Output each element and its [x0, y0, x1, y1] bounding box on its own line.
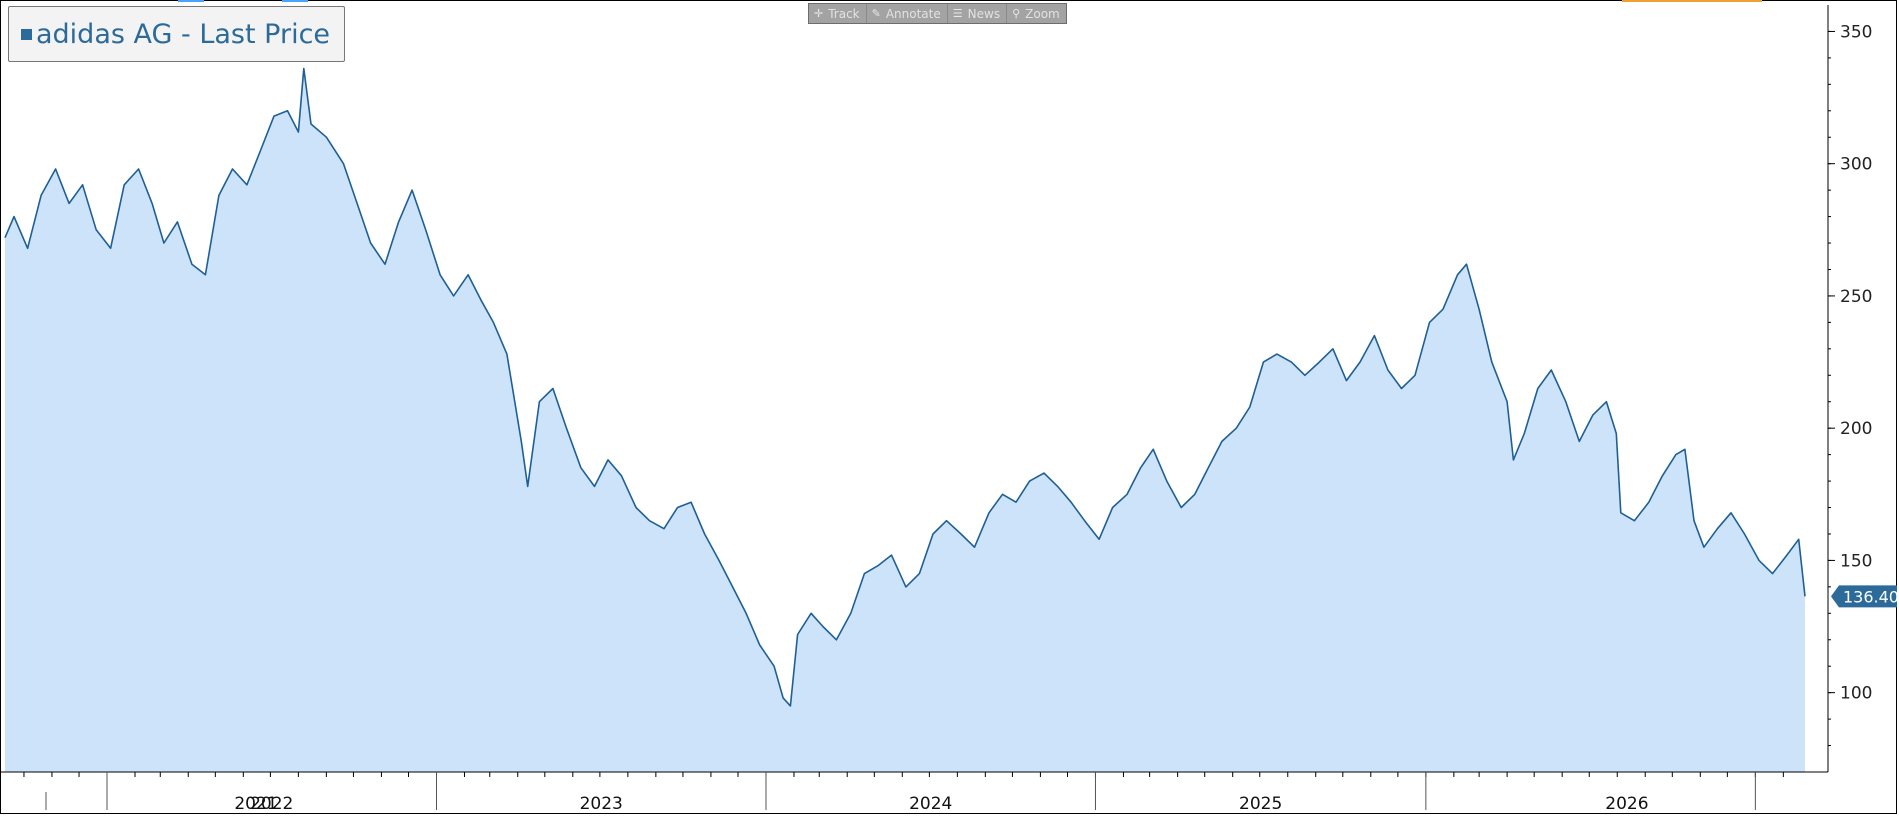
pencil-icon: ✎: [871, 7, 881, 20]
news-icon: ☰: [952, 7, 963, 20]
legend-swatch: [21, 28, 32, 40]
price-area: [5, 68, 1805, 772]
track-label: Track: [828, 6, 860, 21]
y-tick-label: 150: [1840, 551, 1872, 571]
last-price-label: 136.40: [1843, 587, 1899, 606]
legend: adidas AG - Last Price: [8, 6, 346, 62]
magnifier-icon: ⚲: [1012, 7, 1021, 20]
news-label: News: [967, 6, 1001, 21]
x-year-label: 2022: [250, 794, 293, 814]
x-year-label: 2025: [1239, 794, 1282, 814]
chart-toolbar: ✛ Track ✎ Annotate ☰ News ⚲ Zoom: [808, 3, 1067, 24]
x-year-label: 2023: [580, 794, 623, 814]
track-button[interactable]: ✛ Track: [809, 4, 867, 23]
zoom-button[interactable]: ⚲ Zoom: [1007, 4, 1066, 23]
y-tick-label: 350: [1840, 22, 1872, 42]
x-year-label: 2024: [909, 794, 952, 814]
annotate-button[interactable]: ✎ Annotate: [867, 4, 948, 23]
news-button[interactable]: ☰ News: [948, 4, 1008, 23]
legend-label: adidas AG - Last Price: [36, 18, 331, 50]
move-icon: ✛: [814, 7, 824, 20]
y-tick-label: 300: [1840, 155, 1872, 175]
price-chart[interactable]: 100150200250300350136.4020212022 2023 2024…: [0, 0, 1899, 816]
y-tick-label: 200: [1840, 419, 1872, 439]
y-tick-label: 100: [1840, 684, 1872, 704]
annotate-label: Annotate: [885, 6, 941, 21]
x-year-label: 2026: [1605, 794, 1648, 814]
zoom-label: Zoom: [1025, 6, 1060, 21]
y-tick-label: 250: [1840, 287, 1872, 307]
